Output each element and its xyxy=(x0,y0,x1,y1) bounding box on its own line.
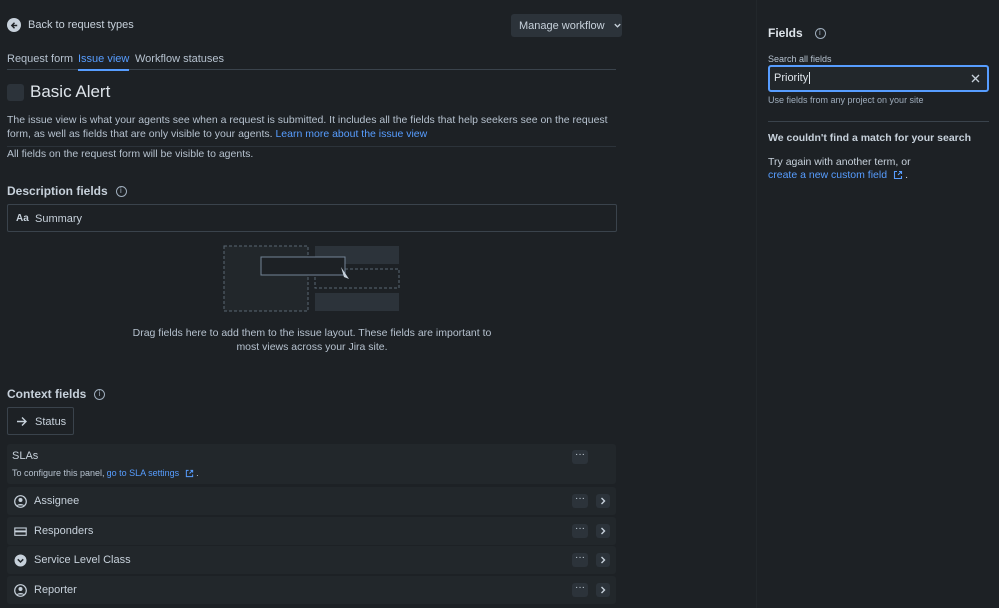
sla-settings-link[interactable]: go to SLA settings xyxy=(107,468,180,478)
context-fields-title: Context fields xyxy=(7,387,87,401)
create-custom-field-link[interactable]: create a new custom field xyxy=(768,169,887,181)
search-hint: Use fields from any project on your site xyxy=(768,95,924,105)
arrow-left-icon xyxy=(7,18,21,32)
issue-view-description: The issue view is what your agents see w… xyxy=(7,113,619,141)
description-fields-heading: Description fields xyxy=(7,184,127,198)
divider xyxy=(7,146,616,147)
tab-issue-view[interactable]: Issue view xyxy=(78,53,130,71)
slas-panel[interactable]: SLAs ··· To configure this panel, go to … xyxy=(7,444,616,484)
slas-note-text: To configure this panel, xyxy=(12,468,105,478)
clear-icon[interactable] xyxy=(971,74,980,83)
back-link[interactable]: Back to request types xyxy=(7,18,134,32)
info-icon[interactable] xyxy=(115,185,127,197)
more-options-button[interactable]: ··· xyxy=(572,583,588,597)
info-icon[interactable] xyxy=(814,27,826,39)
chevron-right-icon[interactable] xyxy=(596,583,610,597)
sidebar-header: Fields xyxy=(768,26,826,40)
drag-fields-illustration xyxy=(223,245,400,312)
search-label: Search all fields xyxy=(768,54,832,64)
status-field[interactable]: Status xyxy=(7,407,74,435)
learn-more-link[interactable]: Learn more about the issue view xyxy=(275,128,427,140)
external-link-icon xyxy=(185,469,194,477)
context-field-responders[interactable]: Responders ··· xyxy=(7,517,616,545)
context-field-label: Service Level Class xyxy=(34,554,131,566)
tab-request-form[interactable]: Request form xyxy=(7,53,73,65)
page-title: Basic Alert xyxy=(30,82,111,101)
manage-workflow-label: Manage workflow xyxy=(519,19,605,32)
arrow-right-icon xyxy=(17,417,27,426)
manage-workflow-button[interactable]: Manage workflow xyxy=(511,14,622,37)
fields-sidebar: Fields Search all fields Priority Use fi… xyxy=(756,0,999,608)
info-icon[interactable] xyxy=(94,388,106,400)
context-fields-heading: Context fields xyxy=(7,387,106,401)
request-type-icon xyxy=(7,84,24,101)
main-panel: Back to request types Manage workflow Re… xyxy=(0,0,756,608)
status-field-label: Status xyxy=(35,416,67,428)
sidebar-divider xyxy=(768,121,989,122)
team-icon xyxy=(14,527,27,536)
try-again-text: Try again with another term, or xyxy=(768,156,911,168)
drop-zone-text: Drag fields here to add them to the issu… xyxy=(132,327,492,353)
more-options-button[interactable]: ··· xyxy=(572,553,588,567)
context-field-service-level-class[interactable]: Service Level Class ··· xyxy=(7,546,616,574)
more-options-button[interactable]: ··· xyxy=(572,524,588,538)
description-fields-title: Description fields xyxy=(7,184,108,198)
chevron-right-icon[interactable] xyxy=(596,553,610,567)
sidebar-title: Fields xyxy=(768,26,803,40)
context-field-reporter[interactable]: Reporter ··· xyxy=(7,576,616,604)
chevron-right-icon[interactable] xyxy=(596,494,610,508)
chevron-circle-icon xyxy=(14,554,27,567)
text-field-icon: Aa xyxy=(16,213,29,224)
search-input[interactable]: Priority xyxy=(774,72,811,84)
context-field-assignee[interactable]: Assignee ··· xyxy=(7,487,616,515)
external-link-icon xyxy=(894,170,903,180)
slas-config-note: To configure this panel, go to SLA setti… xyxy=(12,468,199,478)
search-input-wrapper[interactable]: Priority xyxy=(768,65,989,92)
user-icon xyxy=(14,495,27,508)
context-field-label: Responders xyxy=(34,525,94,537)
chevron-right-icon[interactable] xyxy=(596,524,610,538)
back-link-label: Back to request types xyxy=(28,19,134,31)
context-field-label: Reporter xyxy=(34,584,77,596)
more-options-button[interactable]: ··· xyxy=(572,494,588,508)
create-field-line: create a new custom field . xyxy=(768,169,908,181)
context-field-label: Assignee xyxy=(34,495,80,507)
tab-bar: Request form Issue view Workflow statuse… xyxy=(7,52,616,71)
more-options-button[interactable]: ··· xyxy=(572,450,588,464)
user-icon xyxy=(14,584,27,597)
period: . xyxy=(196,468,199,478)
summary-field-label: Summary xyxy=(35,213,83,225)
no-match-heading: We couldn't find a match for your search xyxy=(768,132,972,144)
tab-workflow-statuses[interactable]: Workflow statuses xyxy=(135,53,224,65)
agents-note: All fields on the request form will be v… xyxy=(7,148,254,160)
slas-label: SLAs xyxy=(12,450,39,462)
summary-field[interactable]: Aa Summary xyxy=(7,204,617,232)
period: . xyxy=(905,169,908,181)
chevron-down-icon xyxy=(613,23,621,28)
